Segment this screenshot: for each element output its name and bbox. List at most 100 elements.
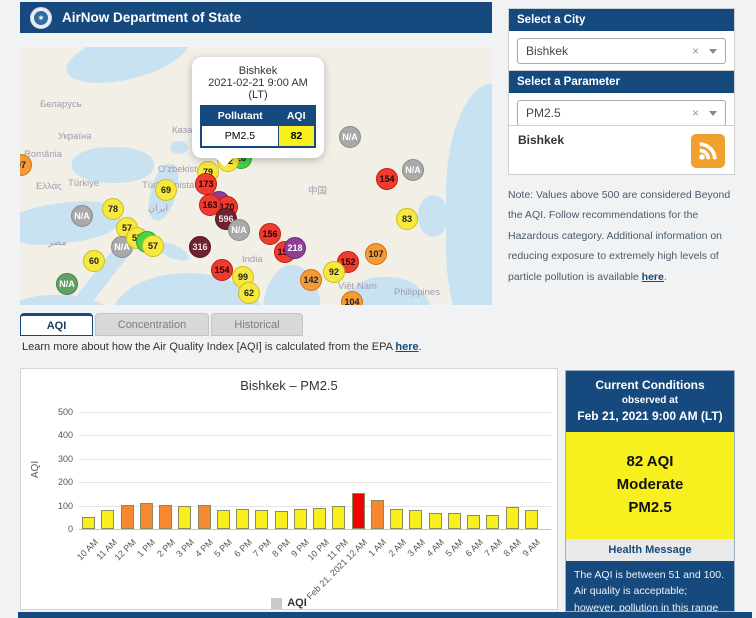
city-clear-icon[interactable]: × <box>692 44 699 58</box>
chart-x-tick: 10 PM <box>305 537 330 562</box>
aqi-marker[interactable]: 316 <box>189 236 211 258</box>
chart-bar[interactable] <box>313 508 326 529</box>
tab-concentration[interactable]: Concentration <box>95 313 209 336</box>
note-text: Note: Values above 500 are considered Be… <box>508 185 738 287</box>
chart-bar[interactable] <box>486 515 499 529</box>
aqi-marker[interactable]: 107 <box>365 243 387 265</box>
chart-bar[interactable] <box>352 493 365 529</box>
city-caret-icon[interactable] <box>709 49 717 54</box>
rss-glyph <box>697 140 719 162</box>
tab-historical[interactable]: Historical <box>211 313 303 336</box>
aqi-chart: Bishkek – PM2.5 AQI AQI 0100200300400500… <box>20 368 558 610</box>
learn-more-text: Learn more about how the Air Quality Ind… <box>22 341 422 353</box>
chart-bar[interactable] <box>121 505 134 529</box>
popup-table: Pollutant AQI PM2.5 82 <box>200 105 316 148</box>
chart-x-tick: 2 AM <box>386 537 408 559</box>
cc-observed-at: observed at <box>572 395 728 406</box>
sea-shape <box>20 295 120 305</box>
aqi-marker[interactable]: N/A <box>228 219 250 241</box>
footer-bar <box>18 612 752 618</box>
aqi-marker[interactable]: 69 <box>155 179 177 201</box>
cc-aqi-block: 82 AQI Moderate PM2.5 <box>566 432 734 539</box>
chart-bar[interactable] <box>332 506 345 529</box>
chart-x-tick: 5 AM <box>444 537 466 559</box>
note-here-link[interactable]: here <box>642 271 664 283</box>
chart-bar[interactable] <box>101 510 114 529</box>
chart-bar[interactable] <box>178 506 191 529</box>
city-select-header: Select a City <box>509 9 734 31</box>
map-country-label: Türkiye <box>68 178 99 189</box>
aqi-marker[interactable]: N/A <box>339 126 361 148</box>
chart-bar[interactable] <box>467 515 480 529</box>
popup-col-aqi: AQI <box>278 106 315 126</box>
aqi-marker[interactable]: 57 <box>142 235 164 257</box>
map-country-label: Ελλάς <box>36 181 62 192</box>
parameter-clear-icon[interactable]: × <box>692 106 699 120</box>
chart-bar[interactable] <box>140 503 153 529</box>
learn-more-suffix: . <box>419 341 422 353</box>
map[interactable]: БеларусьУкраїнаRomâniaΕλλάςTürkiyeمصرКаз… <box>20 47 492 305</box>
map-country-label: 中国 <box>308 183 327 197</box>
parameter-select-value: PM2.5 <box>526 106 692 120</box>
chart-bar[interactable] <box>159 505 172 529</box>
chart-bar[interactable] <box>390 509 403 529</box>
sea-shape <box>61 47 193 93</box>
cc-aqi-value: 82 AQI <box>570 453 730 470</box>
popup-aqi-value: 82 <box>278 126 315 148</box>
chart-x-tick: 8 PM <box>270 537 292 559</box>
city-select-card: Select a City Bishkek × <box>508 8 735 74</box>
popup-datetime: 2021-02-21 9:00 AM <box>200 77 316 89</box>
chart-bar[interactable] <box>448 513 461 529</box>
chart-x-tick: 1 AM <box>367 537 389 559</box>
rss-card: Bishkek <box>508 125 735 175</box>
parameter-select-header: Select a Parameter <box>509 71 734 93</box>
legend-label: AQI <box>287 597 307 609</box>
chart-bar[interactable] <box>275 511 288 529</box>
parameter-caret-icon[interactable] <box>709 111 717 116</box>
city-select[interactable]: Bishkek × <box>517 38 726 64</box>
airnow-page: ✶ AirNow Department of State БеларусьУкр… <box>0 0 756 618</box>
chart-bar[interactable] <box>371 500 384 529</box>
chart-bar[interactable] <box>82 517 95 529</box>
epa-here-link[interactable]: here <box>395 341 418 353</box>
cc-health-message-title: Health Message <box>566 539 734 561</box>
aqi-marker[interactable]: 62 <box>238 282 260 304</box>
current-conditions-header: Current Conditions observed at Feb 21, 2… <box>566 371 734 432</box>
note-suffix: . <box>664 271 667 283</box>
tab-aqi[interactable]: AQI <box>20 313 93 336</box>
aqi-marker[interactable]: 154 <box>211 259 233 281</box>
chart-bar[interactable] <box>294 509 307 529</box>
aqi-marker[interactable]: 154 <box>376 168 398 190</box>
chart-x-tick: 6 PM <box>232 537 254 559</box>
chart-legend[interactable]: AQI <box>21 597 557 609</box>
aqi-marker[interactable]: 218 <box>284 237 306 259</box>
chart-bar[interactable] <box>429 513 442 529</box>
aqi-marker[interactable]: 142 <box>300 269 322 291</box>
learn-more-prefix: Learn more about how the Air Quality Ind… <box>22 341 395 353</box>
aqi-marker[interactable]: 92 <box>323 261 345 283</box>
app-header: ✶ AirNow Department of State <box>20 2 492 33</box>
aqi-marker[interactable]: 60 <box>83 250 105 272</box>
chart-bar[interactable] <box>525 510 538 529</box>
note-body: Note: Values above 500 are considered Be… <box>508 189 730 283</box>
chart-x-tick: 4 PM <box>193 537 215 559</box>
chart-x-tick: 7 AM <box>482 537 504 559</box>
app-title: AirNow Department of State <box>62 10 241 25</box>
chart-bar[interactable] <box>198 505 211 529</box>
dos-seal-icon: ✶ <box>30 7 52 29</box>
aqi-marker[interactable]: 83 <box>396 208 418 230</box>
aqi-marker[interactable]: N/A <box>71 205 93 227</box>
aqi-marker[interactable]: N/A <box>402 159 424 181</box>
aqi-marker[interactable]: 78 <box>102 198 124 220</box>
parameter-select[interactable]: PM2.5 × <box>517 100 726 126</box>
rss-feed-icon[interactable] <box>691 134 725 168</box>
aqi-marker[interactable]: 156 <box>259 223 281 245</box>
chart-bar[interactable] <box>217 510 230 529</box>
chart-bar[interactable] <box>236 509 249 529</box>
chart-bar[interactable] <box>255 510 268 529</box>
tab-bar: AQIConcentrationHistorical <box>20 313 303 336</box>
aqi-marker[interactable]: N/A <box>56 273 78 295</box>
chart-bar[interactable] <box>506 507 519 529</box>
chart-bar[interactable] <box>409 510 422 529</box>
chart-gridline <box>79 459 551 460</box>
